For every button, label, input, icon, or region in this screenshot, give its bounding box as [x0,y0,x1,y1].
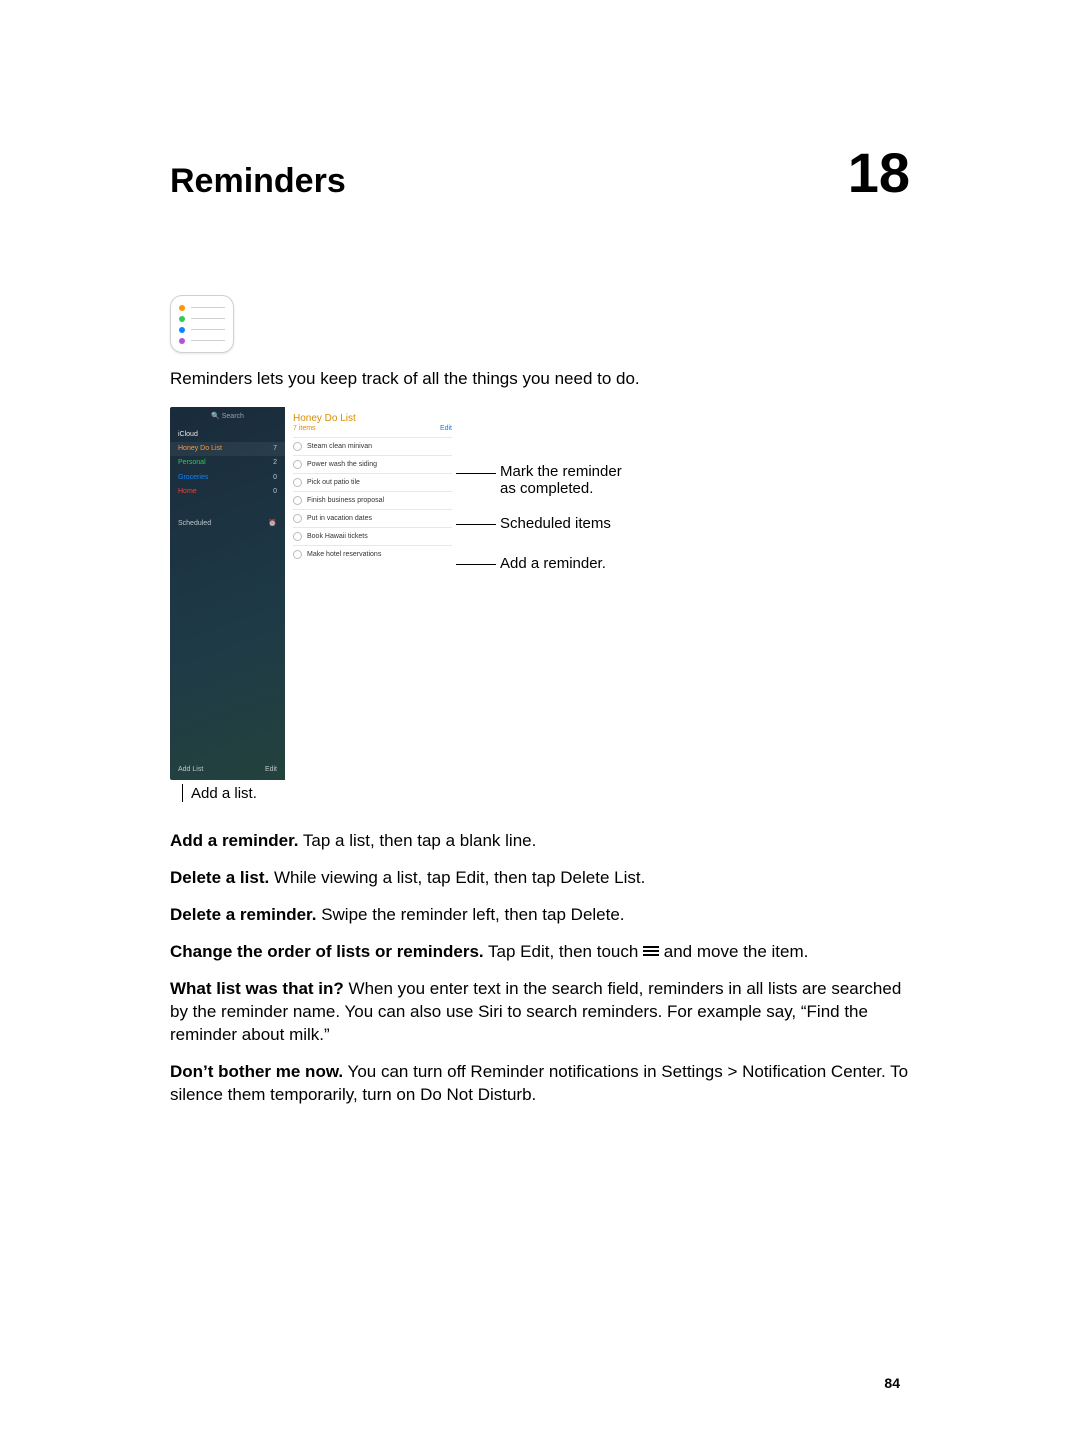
list-title: Honey Do List [293,413,452,425]
sidebar-list-home[interactable]: Home 0 [170,485,285,499]
p3-text: Swipe the reminder left, then tap Delete… [316,905,624,924]
p4-text-a: Tap Edit, then touch [484,942,643,961]
reminder-row[interactable]: Steam clean minivan [293,437,452,455]
search-field[interactable]: 🔍 Search [178,413,277,421]
p1-lead: Add a reminder. [170,831,298,850]
reminder-text: Put in vacation dates [307,515,372,523]
p1-text: Tap a list, then tap a blank line. [298,831,536,850]
complete-circle-icon[interactable] [293,532,302,541]
reminder-text: Power wash the siding [307,461,377,469]
p2-text: While viewing a list, tap Edit, then tap… [269,868,645,887]
reminder-text: Steam clean minivan [307,443,372,451]
sidebar-list-name: Honey Do List [178,445,222,453]
reminder-row[interactable]: Book Hawaii tickets [293,527,452,545]
items-count: 7 items [293,425,316,433]
reminders-screenshot: 🔍 Search iCloud Honey Do List 7 Personal… [170,407,460,780]
reminder-text: Book Hawaii tickets [307,533,368,541]
reminder-row[interactable]: Power wash the siding [293,455,452,473]
complete-circle-icon[interactable] [293,460,302,469]
list-edit-button[interactable]: Edit [440,425,452,433]
sidebar-list-count: 0 [273,488,277,496]
add-list-button[interactable]: Add List [178,766,203,774]
p2-lead: Delete a list. [170,868,269,887]
complete-circle-icon[interactable] [293,442,302,451]
reminder-text: Pick out patio tile [307,479,360,487]
chapter-number: 18 [848,140,910,205]
intro-text: Reminders lets you keep track of all the… [170,369,910,389]
p3-lead: Delete a reminder. [170,905,316,924]
sidebar-list-name: Groceries [178,474,208,482]
p4-lead: Change the order of lists or reminders. [170,942,484,961]
sidebar-list-count: 7 [273,445,277,453]
sidebar-list-name: Home [178,488,197,496]
reminder-text: Finish business proposal [307,497,384,505]
complete-circle-icon[interactable] [293,478,302,487]
page-number: 84 [884,1375,900,1391]
sidebar-edit-button[interactable]: Edit [265,766,277,774]
callout-scheduled: Scheduled items [500,515,611,532]
scheduled-label: Scheduled [178,520,211,528]
chapter-title: Reminders [170,162,346,201]
sidebar-scheduled[interactable]: Scheduled ⏰ [170,517,285,531]
search-placeholder: Search [222,413,244,420]
sidebar-list-count: 2 [273,459,277,467]
reminder-row[interactable]: Pick out patio tile [293,473,452,491]
sidebar-list-count: 0 [273,474,277,482]
complete-circle-icon[interactable] [293,496,302,505]
sidebar-list-groceries[interactable]: Groceries 0 [170,471,285,485]
p4-text-c: and move the item. [659,942,808,961]
reminder-row[interactable]: Make hotel reservations [293,545,452,563]
sidebar-list-name: Personal [178,459,206,467]
p5-lead: What list was that in? [170,979,344,998]
clock-icon: ⏰ [268,520,277,528]
complete-circle-icon[interactable] [293,514,302,523]
body-text: Add a reminder. Tap a list, then tap a b… [170,830,910,1106]
reminder-text: Make hotel reservations [307,551,381,559]
callout-mark-completed: Mark the reminder as completed. [500,463,622,497]
callout-add-list: Add a list. [182,784,910,802]
complete-circle-icon[interactable] [293,550,302,559]
callout-add-reminder: Add a reminder. [500,555,606,572]
reminder-row[interactable]: Put in vacation dates [293,509,452,527]
account-label: iCloud [170,427,285,441]
reminders-app-icon [170,295,234,353]
reminder-row[interactable]: Finish business proposal [293,491,452,509]
sidebar-list-personal[interactable]: Personal 2 [170,456,285,470]
p6-lead: Don’t bother me now. [170,1062,343,1081]
drag-handle-icon [643,946,659,956]
sidebar-list-honey[interactable]: Honey Do List 7 [170,442,285,456]
